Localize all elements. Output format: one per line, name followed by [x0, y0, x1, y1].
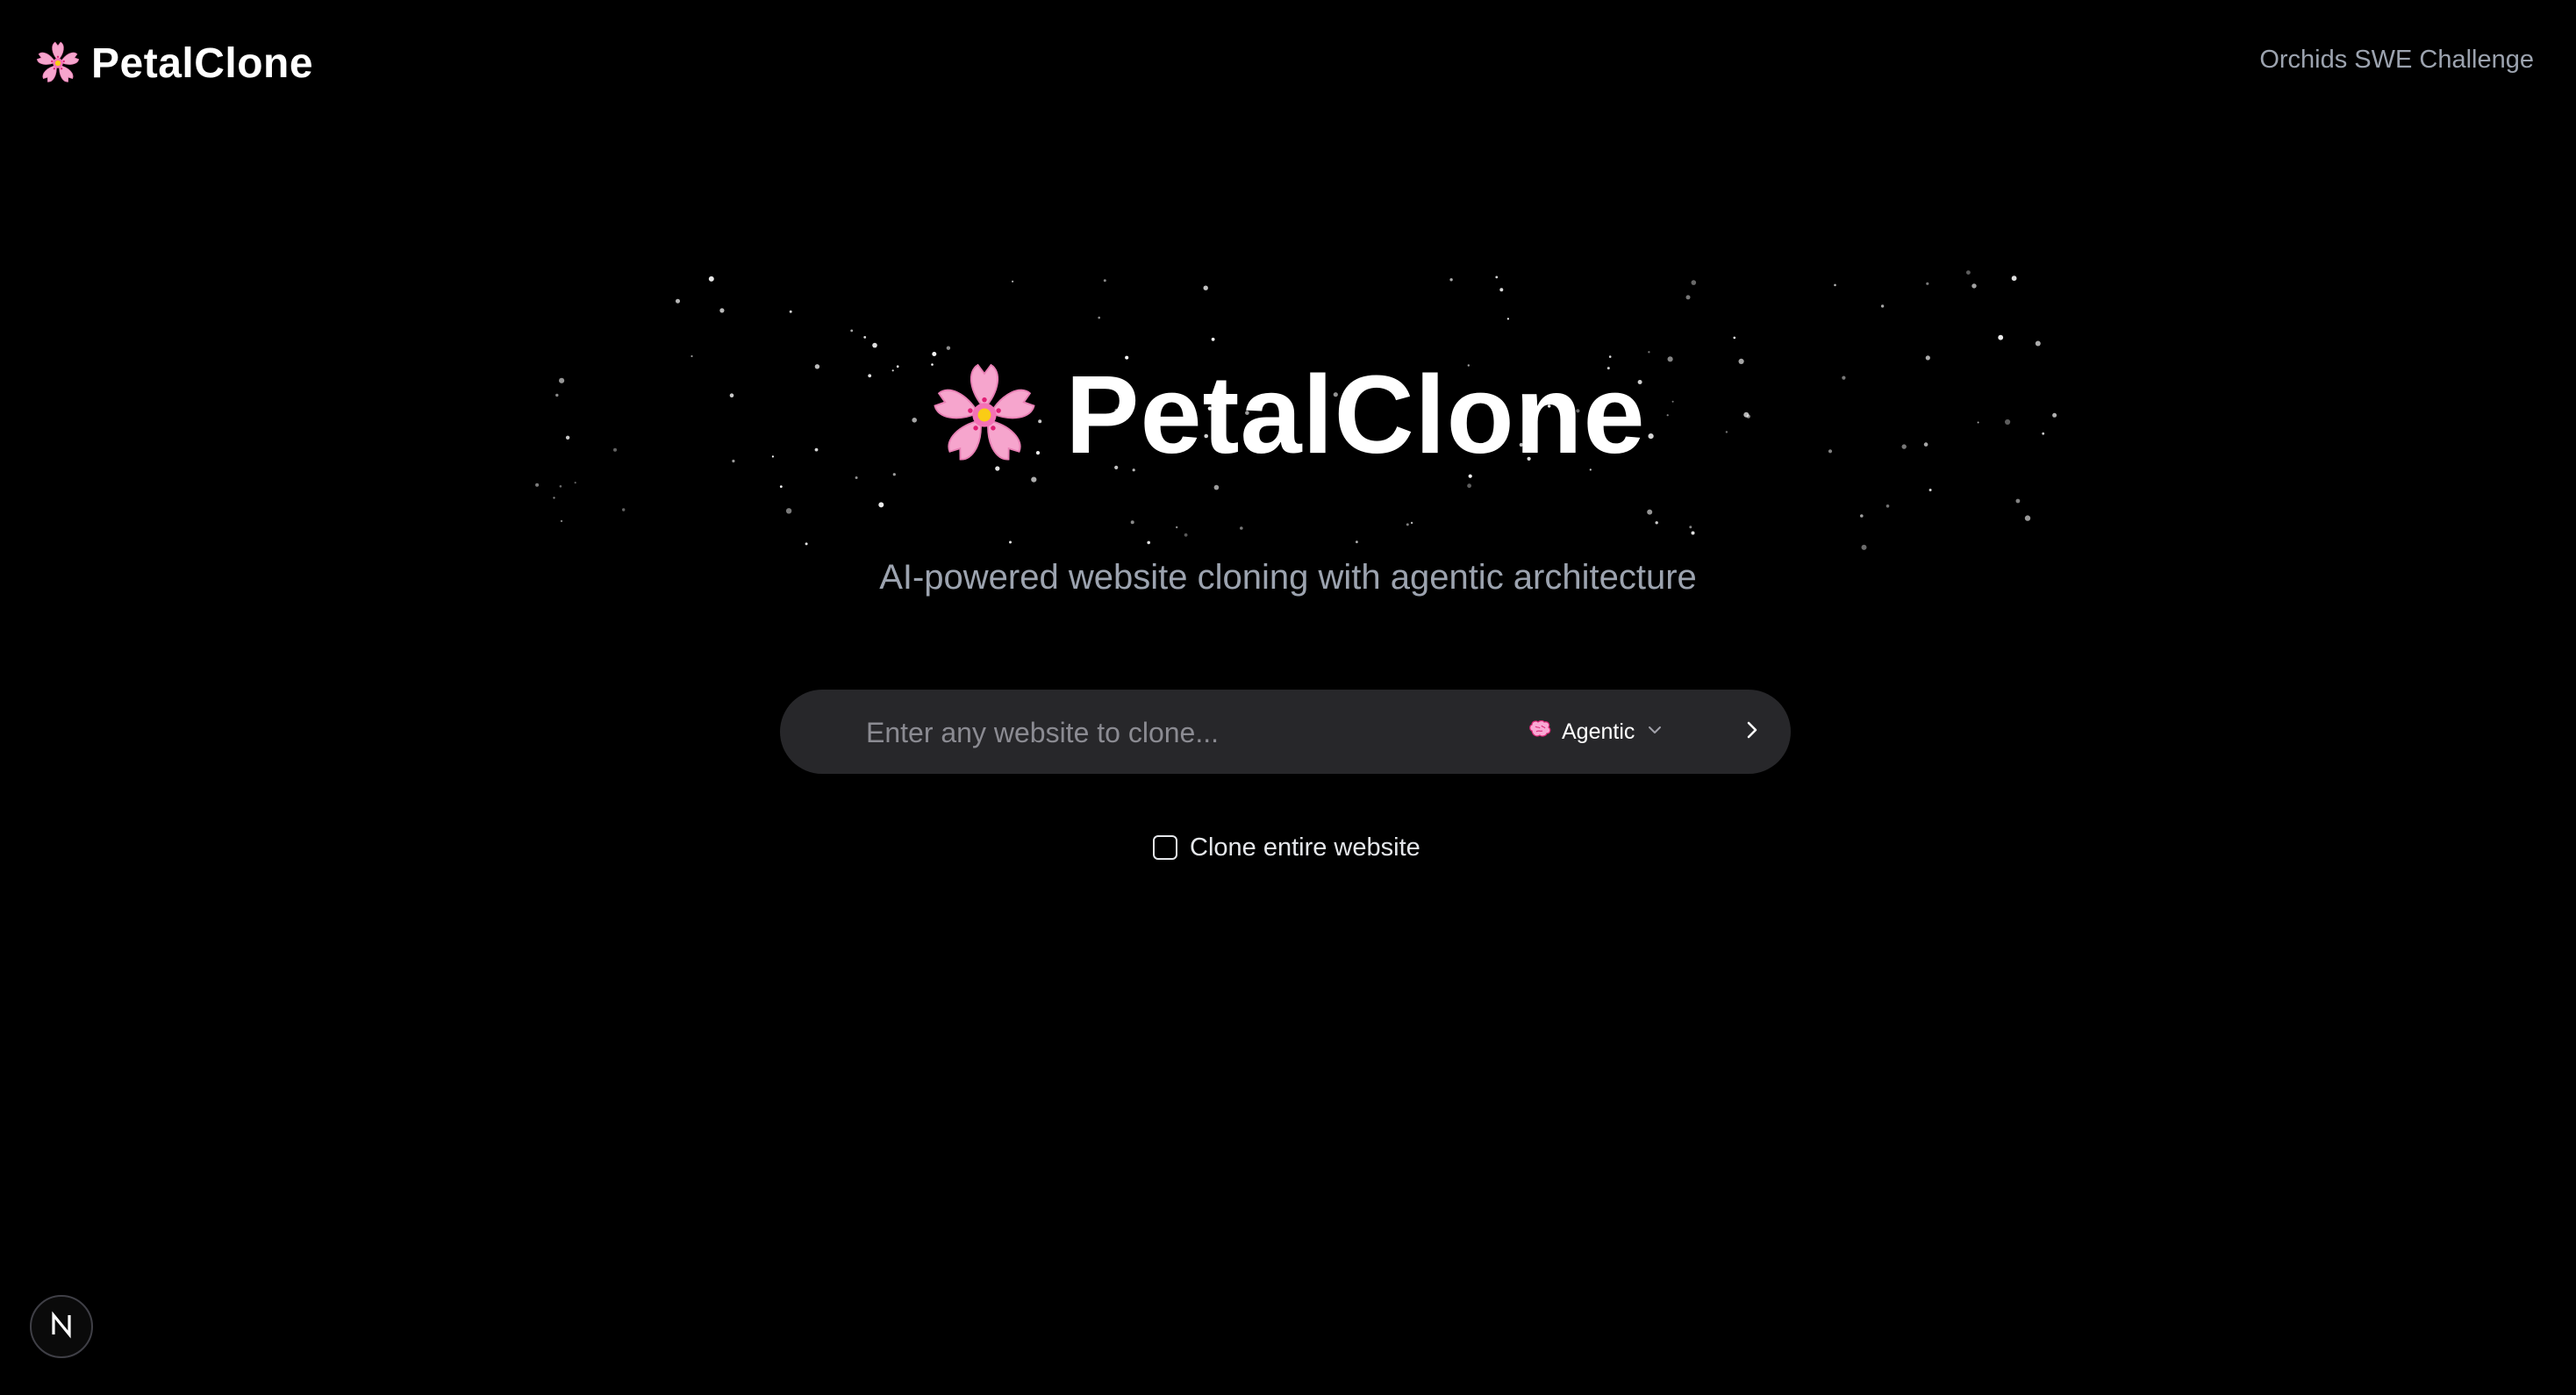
star-dot	[785, 508, 792, 514]
star-dot	[535, 483, 540, 487]
star-dot	[1834, 283, 1836, 287]
star-dot	[574, 482, 576, 484]
orchids-challenge-link[interactable]: Orchids SWE Challenge	[2259, 46, 2534, 75]
star-dot	[1103, 279, 1106, 283]
star-dot	[878, 502, 884, 508]
star-dot	[1130, 520, 1134, 525]
star-dot	[805, 542, 808, 546]
star-dot	[1733, 336, 1736, 340]
chevron-down-icon	[1645, 720, 1664, 744]
star-dot	[1998, 334, 2004, 340]
star-dot	[1211, 337, 1215, 341]
submit-button[interactable]	[1731, 711, 1773, 753]
star-dot	[1213, 484, 1220, 490]
brain-icon	[1528, 719, 1551, 744]
star-dot	[553, 497, 555, 499]
star-dot	[2035, 340, 2041, 347]
chevron-right-icon	[1740, 718, 1764, 747]
star-dot	[1012, 280, 1014, 283]
star-dot	[1467, 483, 1471, 489]
star-dot	[1880, 304, 1885, 308]
star-dot	[2011, 275, 2017, 282]
star-dot	[1928, 489, 1932, 491]
star-dot	[1410, 521, 1413, 525]
star-dot	[872, 342, 877, 348]
star-dot	[1885, 504, 1890, 508]
star-dot	[1860, 514, 1864, 518]
star-dot	[1506, 318, 1509, 320]
star-dot	[1495, 275, 1499, 279]
star-dot	[850, 329, 854, 333]
mode-dropdown[interactable]: Agentic	[1528, 711, 1664, 753]
hero-title-row: PetalClone	[0, 349, 2576, 481]
star-dot	[1926, 282, 1929, 285]
star-dot	[1203, 285, 1208, 290]
star-dot	[560, 519, 563, 523]
star-dot	[863, 336, 867, 339]
website-url-input[interactable]	[864, 705, 1412, 760]
hero-title: PetalClone	[1065, 353, 1646, 476]
star-dot	[1966, 270, 1971, 275]
star-dot	[708, 275, 714, 282]
cherry-blossom-icon	[35, 40, 81, 86]
star-dot	[1184, 533, 1188, 537]
star-dot	[1971, 283, 1977, 289]
star-dot	[2015, 498, 2021, 504]
page: PetalClone Orchids SWE Challenge PetalCl…	[0, 0, 2576, 1395]
star-dot	[1406, 523, 1409, 526]
star-dot	[1356, 540, 1358, 544]
star-dot	[1647, 509, 1653, 515]
star-dot	[559, 485, 562, 488]
star-dot	[1240, 526, 1243, 530]
cherry-blossom-icon	[930, 361, 1039, 469]
clone-entire-option[interactable]: Clone entire website	[1153, 832, 1420, 863]
nextjs-icon	[47, 1310, 76, 1344]
star-dot	[719, 308, 725, 313]
clone-entire-label: Clone entire website	[1190, 833, 1420, 862]
star-dot	[2024, 515, 2031, 521]
star-dot	[1691, 531, 1695, 535]
star-dot	[1009, 540, 1012, 544]
header-logo[interactable]: PetalClone	[35, 35, 313, 91]
star-dot	[789, 310, 792, 313]
star-dot	[1689, 526, 1692, 529]
mode-label: Agentic	[1562, 719, 1635, 744]
nextjs-dev-badge[interactable]	[30, 1295, 93, 1358]
hero-subtitle: AI-powered website cloning with agentic …	[879, 558, 1697, 597]
star-dot	[1655, 521, 1658, 525]
star-dot	[622, 508, 626, 512]
clone-entire-checkbox[interactable]	[1153, 835, 1177, 860]
logo-text: PetalClone	[91, 39, 314, 87]
star-dot	[1691, 280, 1697, 285]
star-dot	[779, 485, 783, 488]
star-dot	[1098, 316, 1100, 319]
clone-url-form: Agentic	[780, 690, 1791, 774]
star-dot	[1176, 526, 1178, 529]
star-dot	[1861, 544, 1867, 550]
star-dot	[676, 298, 680, 304]
star-dot	[1147, 540, 1150, 545]
star-dot	[1449, 278, 1453, 282]
star-dot	[1685, 295, 1691, 300]
star-dot	[1499, 288, 1504, 292]
